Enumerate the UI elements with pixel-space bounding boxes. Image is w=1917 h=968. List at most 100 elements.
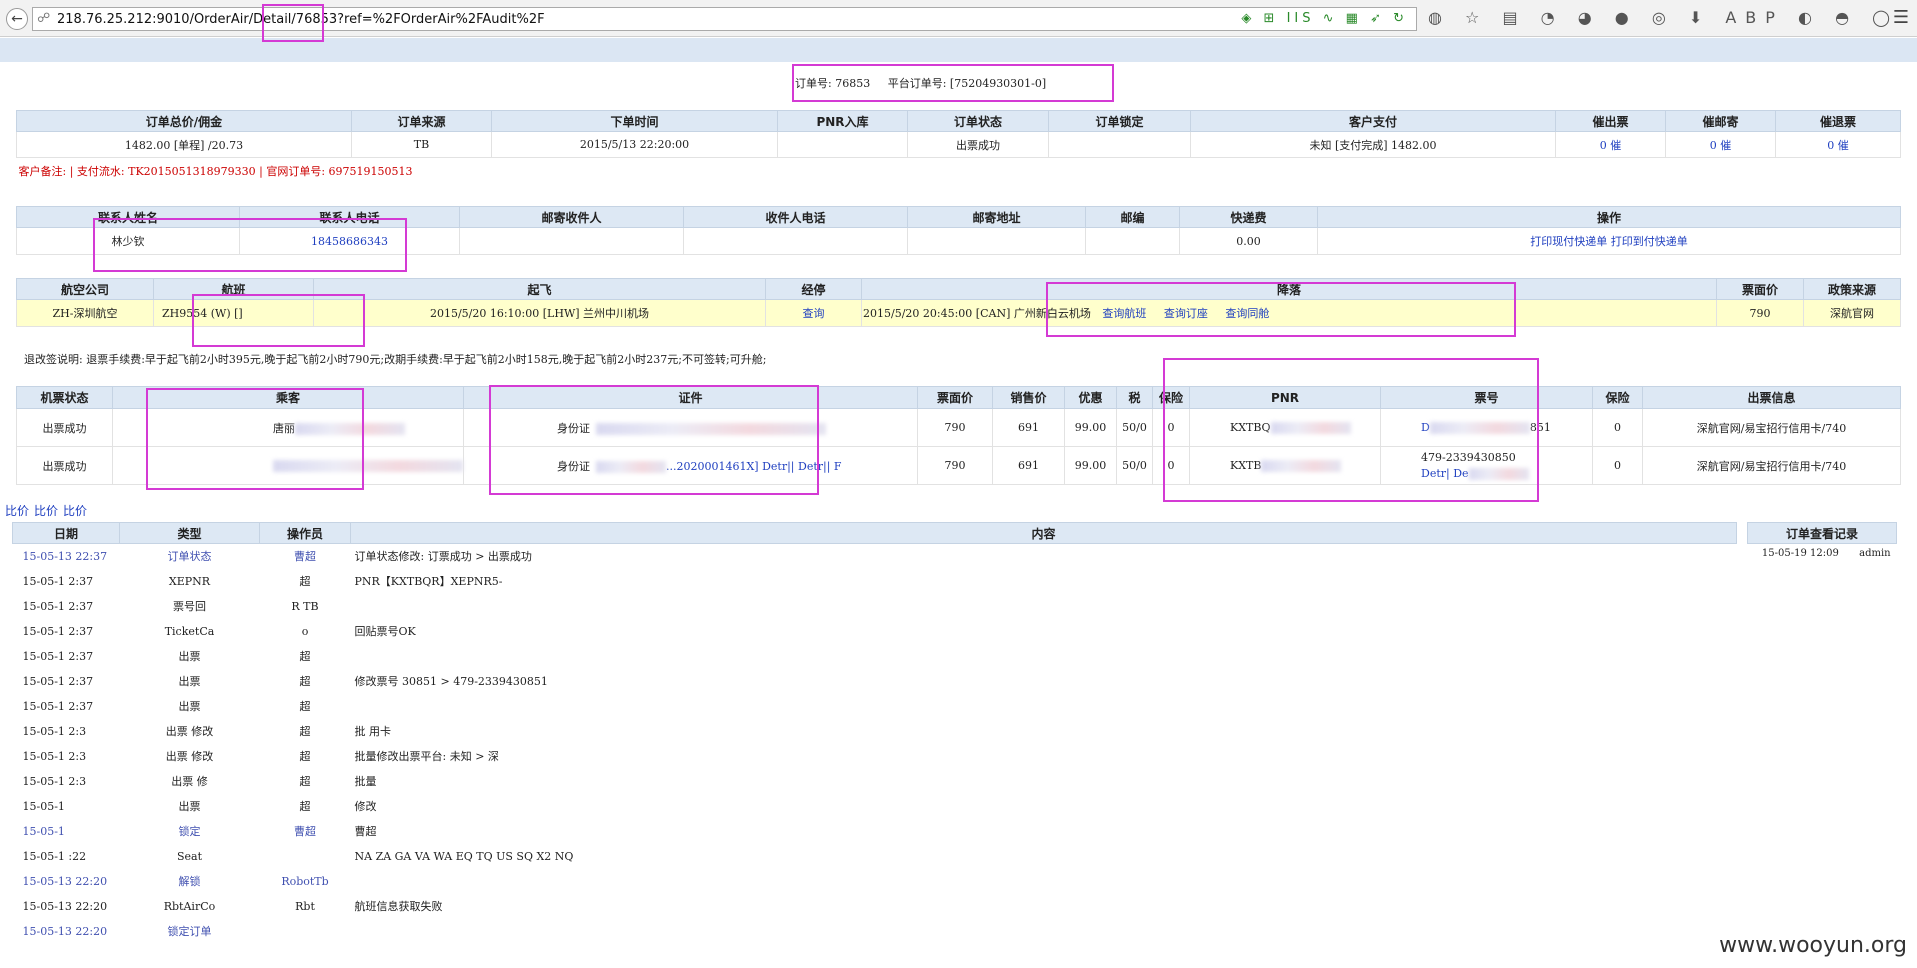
menu-icon[interactable]: ☰ [1893, 7, 1909, 28]
recipient-phone [683, 227, 908, 255]
id-cell: 身份证 ...2020001461X] Detr|| Detr|| F [463, 446, 918, 485]
table-row: 15-05-1 2:37 出票 超 [13, 694, 1737, 719]
address-bar[interactable]: ☍ 218.76.25.212:9010/OrderAir/Detail/768… [32, 7, 1417, 31]
express-fee: 0.00 [1179, 227, 1318, 255]
passenger-cell [112, 446, 464, 485]
query-flight-link[interactable]: 查询航班 [1102, 307, 1146, 320]
log-type: 出票 [178, 700, 201, 713]
log-content [351, 694, 1737, 719]
log-content: 修改票号 30851 > 479-2339430851 [354, 675, 548, 688]
log-body: 15-05-13 22:37 订单状态 曹超 订单状态修改: 订票成功 > 出票成功 1… [13, 544, 1737, 944]
log-date: 15-05-1 2:3 [22, 774, 87, 788]
table-row: 15-05-13 22:37 订单状态 曹超 订单状态修改: 订票成功 > 出票成功 [13, 544, 1737, 569]
view-record-header: 订单查看记录 [1747, 522, 1897, 544]
airline: ZH-深圳航空 [16, 299, 154, 327]
log-type: 出票 修改 [165, 750, 214, 763]
log-operator [260, 844, 351, 869]
log-type: 解锁 [178, 875, 201, 888]
col-tax: 税 [1116, 386, 1153, 409]
ticket-status: 出票成功 [16, 446, 113, 485]
table-row: 15-05-1 :22 Seat NA ZA GA VA WA EQ TQ US S… [13, 844, 1737, 869]
log-content: 曹超 [354, 825, 377, 838]
col-issue-info: 出票信息 [1642, 386, 1901, 409]
col-mail-recipient: 邮寄收件人 [459, 206, 684, 228]
insurance: 0 [1152, 446, 1190, 485]
log-operator: 超 [299, 750, 311, 763]
table-row: 15-05-13 22:20 RbtAirCo Rbt 航班信息获取失败 [13, 894, 1737, 919]
col-urge-refund: 催退票 [1775, 110, 1901, 132]
col-face: 票面价 [917, 386, 993, 409]
compare-link[interactable]: 比价 [34, 504, 58, 518]
order-number: 订单号: 76853 [795, 77, 871, 90]
log-operator: 超 [299, 700, 311, 713]
urge-refund-link[interactable]: 0 催 [1775, 131, 1901, 158]
query-same-cabin-link[interactable]: 查询同舱 [1225, 307, 1269, 320]
order-time: 2015/5/13 22:20:00 [491, 131, 778, 158]
log-content: 航班信息获取失败 [354, 900, 443, 913]
log-operator: o [301, 624, 309, 638]
col-urge-issue: 催出票 [1555, 110, 1666, 132]
contact-table: 联系人姓名 联系人电话 邮寄收件人 收件人电话 邮寄地址 邮编 快递费 操作 林… [16, 206, 1901, 255]
log-type: XEPNR [168, 574, 211, 588]
view-user: admin [1859, 548, 1891, 560]
url-text[interactable]: 218.76.25.212:9010/OrderAir/Detail/76853… [57, 12, 545, 27]
col-recipient-phone: 收件人电话 [683, 206, 908, 228]
col-pnr: PNR [1189, 386, 1381, 409]
detr-link[interactable]: Detr| De [1421, 467, 1469, 480]
log-type: TicketCa [164, 624, 215, 638]
log-content: NA ZA GA VA WA EQ TQ US SQ X2 NQ [354, 849, 574, 863]
urge-mail-link[interactable]: 0 催 [1665, 131, 1776, 158]
stop-query-link[interactable]: 查询 [765, 299, 862, 327]
log-type: 出票 [178, 675, 201, 688]
table-row: 15-05-1 2:37 出票 超 修改票号 30851 > 479-23394308… [13, 669, 1737, 694]
table-row: 15-05-1 2:37 出票 超 [13, 644, 1737, 669]
detr-link[interactable]: D [1421, 421, 1430, 434]
refund-policy-note: 退改签说明: 退票手续费:早于起飞前2小时395元,晚于起飞前2小时790元;改… [24, 353, 767, 366]
face-price: 790 [917, 446, 993, 485]
log-operator: R TB [291, 599, 319, 613]
id-type: 身份证 [557, 421, 590, 435]
table-row: 15-05-13 22:20 锁定订单 [13, 919, 1737, 944]
log-type: 出票 修 [171, 775, 208, 788]
table-row: 15-05-19 12:09 admin [1748, 544, 1897, 564]
view-date: 15-05-19 12:09 [1761, 548, 1839, 560]
print-prepaid-waybill-link[interactable]: 打印现付快递单 [1530, 235, 1607, 248]
ticket-status: 出票成功 [16, 408, 113, 447]
query-booking-link[interactable]: 查询订座 [1164, 307, 1208, 320]
operation-log-table: 日期 类型 操作员 内容 15-05-13 22:37 订单状态 曹超 订单状态修改:… [12, 522, 1737, 944]
address-bar-extension-icons[interactable]: ◈ ⊞ IIS ∿ ▦ ➶ ↻ [1241, 11, 1408, 26]
order-lock [1048, 131, 1191, 158]
compare-link[interactable]: 比价 [63, 504, 87, 518]
contact-name: 林少钦 [16, 227, 240, 255]
col-discount: 优惠 [1064, 386, 1117, 409]
table-header-row: 订单总价/佣金 订单来源 下单时间 PNR入库 订单状态 订单锁定 客户支付 催… [16, 110, 1901, 132]
col-total: 订单总价/佣金 [16, 110, 352, 132]
log-type: Seat [176, 849, 203, 863]
col-order-status: 订单状态 [907, 110, 1049, 132]
col-postcode: 邮编 [1085, 206, 1180, 228]
extension-toolbar-icons[interactable]: ◍ ☆ ▤ ◔ ◕ ● ◎ ⬇ ABP ◐ ◓ ◯ [1428, 8, 1899, 27]
compare-link[interactable]: 比价 [5, 504, 29, 518]
log-content [351, 644, 1737, 669]
table-row: 15-05-1 2:3 出票 修改 超 批 用卡 [13, 719, 1737, 744]
log-type: 出票 [178, 650, 201, 663]
pnr-code: KXTBQ [1230, 421, 1271, 434]
ticket-no-cell: D 851 [1380, 408, 1593, 447]
mail-address [907, 227, 1086, 255]
order-source: TB [351, 131, 492, 158]
log-date: 15-05-1 2:37 [22, 624, 94, 638]
urge-issue-link[interactable]: 0 催 [1555, 131, 1666, 158]
platform-order-number: 平台订单号: [75204930301-0] [887, 77, 1047, 90]
back-arrow-icon[interactable]: ← [6, 8, 28, 30]
remark-row: 客户备注: | 支付流水: TK2015051318979330 | 官网订单号… [17, 158, 1901, 184]
log-type: 订单状态 [167, 550, 212, 564]
id-detr-links[interactable]: ...2020001461X] Detr|| Detr|| F [666, 460, 842, 473]
table-row: 15-05-1 出票 超 修改 [13, 794, 1737, 819]
col-order-time: 下单时间 [491, 110, 778, 132]
passenger-cell: 唐丽 [112, 408, 464, 447]
contact-actions: 打印现付快递单 打印到付快递单 [1317, 227, 1901, 255]
log-date: 15-05-1 2:37 [22, 599, 94, 613]
contact-phone[interactable]: 18458686343 [239, 227, 460, 255]
print-cod-waybill-link[interactable]: 打印到付快递单 [1611, 235, 1688, 248]
order-total: 1482.00 [单程] /20.73 [16, 131, 352, 158]
